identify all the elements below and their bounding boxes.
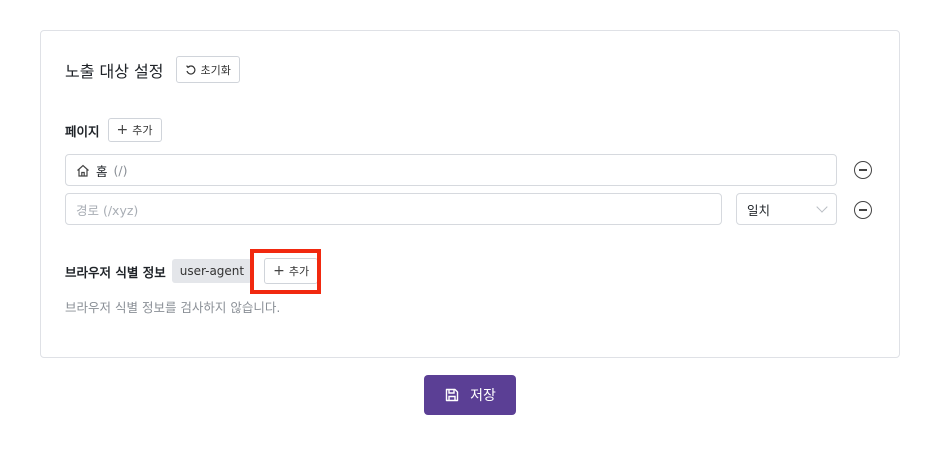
exposure-target-card: 노출 대상 설정 초기화 페이지 + 추가 홈 (/) 경로 (/xyz) 일치…	[40, 30, 900, 358]
home-page-path: (/)	[113, 162, 128, 178]
chevron-down-icon	[816, 201, 828, 213]
browser-label: 브라우저 식별 정보	[65, 264, 166, 280]
remove-path-button[interactable]	[854, 201, 872, 219]
remove-home-page-button[interactable]	[854, 161, 872, 179]
reset-button[interactable]: 초기화	[175, 56, 240, 83]
match-type-value: 일치	[747, 202, 771, 218]
add-page-button[interactable]: + 추가	[107, 118, 162, 142]
card-title: 노출 대상 설정	[65, 61, 164, 81]
floppy-disk-icon	[445, 388, 459, 402]
add-browser-rule-button[interactable]: + 추가	[264, 258, 319, 284]
browser-section-header: 브라우저 식별 정보 user-agent + 추가	[65, 258, 319, 284]
path-input-placeholder: 경로 (/xyz)	[76, 202, 139, 218]
browser-hint: 브라우저 식별 정보를 검사하지 않습니다.	[65, 300, 281, 315]
match-type-select[interactable]: 일치	[736, 193, 837, 225]
pages-label: 페이지	[65, 123, 100, 139]
add-page-label: 추가	[132, 124, 153, 137]
home-page-field[interactable]: 홈 (/)	[65, 154, 837, 186]
save-label: 저장	[470, 388, 496, 404]
home-icon	[77, 164, 89, 177]
add-browser-rule-label: 추가	[288, 265, 310, 278]
plus-icon: +	[273, 263, 285, 279]
path-input[interactable]: 경로 (/xyz)	[65, 193, 722, 225]
user-agent-tag: user-agent	[171, 259, 253, 283]
save-button[interactable]: 저장	[424, 375, 516, 415]
plus-icon: +	[116, 122, 129, 138]
rotate-ccw-icon	[185, 64, 195, 75]
card-header: 노출 대상 설정 초기화	[65, 56, 240, 83]
home-page-name: 홈	[96, 163, 108, 179]
reset-label: 초기화	[200, 63, 231, 77]
pages-section-header: 페이지 + 추가	[65, 118, 162, 142]
